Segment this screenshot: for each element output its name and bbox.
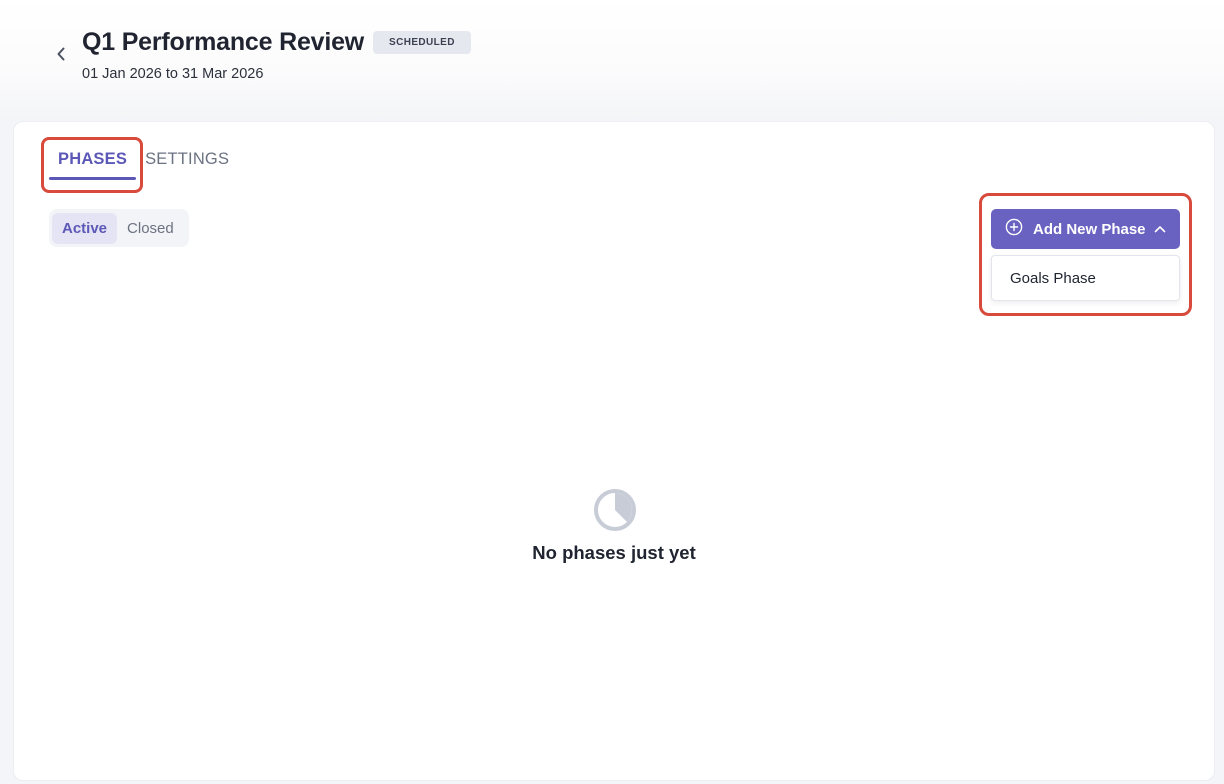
menu-item-goals-phase[interactable]: Goals Phase <box>992 256 1179 300</box>
add-new-phase-label: Add New Phase <box>1033 220 1146 238</box>
page-header: Q1 Performance Review SCHEDULED 01 Jan 2… <box>0 0 1224 120</box>
add-new-phase-button[interactable]: Add New Phase <box>991 209 1180 249</box>
tab-phases[interactable]: PHASES <box>49 138 137 180</box>
status-badge: SCHEDULED <box>373 31 471 54</box>
filter-closed[interactable]: Closed <box>117 213 184 244</box>
add-phase-menu: Goals Phase <box>991 255 1180 301</box>
page-title: Q1 Performance Review <box>82 28 365 56</box>
tab-settings[interactable]: SETTINGS <box>136 138 238 179</box>
filter-active[interactable]: Active <box>52 212 118 244</box>
chevron-up-icon <box>1154 225 1166 233</box>
back-button[interactable] <box>50 44 72 68</box>
pie-chart-icon <box>592 487 638 533</box>
empty-state-message: No phases just yet <box>532 542 696 563</box>
phases-card: PHASES SETTINGS Active Closed Add New Ph… <box>13 121 1215 781</box>
date-range: 01 Jan 2026 to 31 Mar 2026 <box>82 66 264 82</box>
plus-circle-icon <box>1005 218 1023 241</box>
chevron-left-icon <box>56 47 66 66</box>
status-filter: Active Closed <box>49 209 189 247</box>
title-row: Q1 Performance Review SCHEDULED <box>82 28 471 57</box>
tab-bar: PHASES SETTINGS <box>49 138 238 180</box>
